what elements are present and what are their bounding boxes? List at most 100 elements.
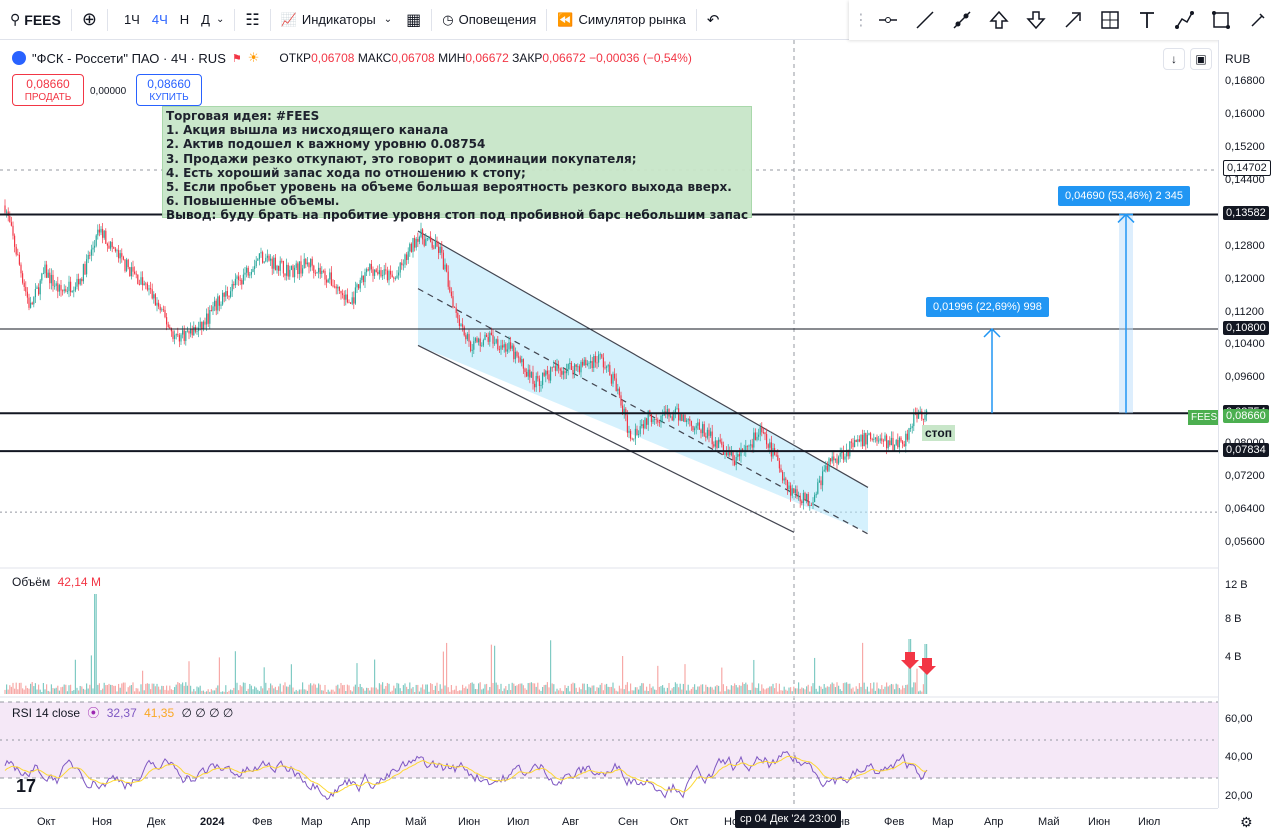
- interval-4h[interactable]: 4Ч: [146, 12, 174, 27]
- price-scale[interactable]: 0,168000,160000,152000,144000,136000,128…: [1218, 40, 1280, 808]
- candle-body: [566, 369, 568, 374]
- undo-button[interactable]: ↶: [700, 0, 727, 40]
- arrow-up-tool[interactable]: [980, 0, 1017, 40]
- candle-body: [839, 453, 841, 457]
- candle-body: [233, 284, 235, 286]
- text-tool[interactable]: [1128, 0, 1165, 40]
- volume-bar: [854, 691, 856, 694]
- replay-button[interactable]: ⏪ Симулятор рынка: [550, 0, 693, 40]
- arrow-tool[interactable]: [1054, 0, 1091, 40]
- volume-bar: [25, 685, 27, 694]
- candle-body: [335, 286, 337, 289]
- sell-button[interactable]: 0,08660 ПРОДАТЬ: [12, 74, 84, 106]
- candle-body: [242, 274, 244, 285]
- candle-body: [231, 284, 233, 292]
- more-tools-button[interactable]: [1239, 0, 1276, 40]
- volume-bar: [705, 684, 707, 694]
- candle-body: [118, 250, 120, 259]
- alerts-button[interactable]: ◷ Оповещения: [435, 0, 543, 40]
- candle-body: [852, 442, 854, 448]
- currency-label[interactable]: RUB: [1225, 52, 1250, 66]
- volume-bar: [793, 686, 795, 694]
- templates-button[interactable]: ▦: [399, 0, 428, 40]
- time-axis[interactable]: Окт Ноя Дек 2024 Фев Мар Апр Май Июн Июл Авг Сен Окт…: [0, 808, 1218, 837]
- candle-body: [457, 312, 459, 319]
- candle-body: [444, 264, 446, 270]
- candle-body: [324, 270, 326, 280]
- arrow-down-tool[interactable]: [1017, 0, 1054, 40]
- trading-idea-note[interactable]: Торговая идея: #FEES 1. Акция вышла из н…: [162, 106, 752, 222]
- volume-bar: [788, 687, 790, 694]
- interval-day[interactable]: Д: [195, 12, 216, 27]
- volume-bar: [767, 687, 769, 694]
- candle-body: [442, 252, 444, 270]
- volume-bar: [418, 691, 420, 694]
- volume-bar: [497, 684, 499, 694]
- indicators-button[interactable]: 📈 Индикаторы ⌄: [274, 0, 399, 40]
- candle-body: [686, 420, 688, 423]
- volume-bar: [852, 687, 854, 694]
- trend-line-tool[interactable]: [906, 0, 943, 40]
- scroll-down-button[interactable]: ↓: [1163, 48, 1185, 70]
- candle-body: [679, 414, 681, 421]
- stop-label[interactable]: стоп: [922, 425, 955, 441]
- rectangle-tool[interactable]: [1202, 0, 1239, 40]
- volume-bar: [700, 684, 702, 694]
- maximize-button[interactable]: ▣: [1190, 48, 1212, 70]
- volume-bar: [868, 691, 870, 694]
- candle-body: [615, 378, 617, 392]
- candle-body: [658, 422, 660, 424]
- volume-bar: [12, 682, 14, 694]
- settings-gear-icon[interactable]: ⚙: [1240, 814, 1253, 831]
- text-icon: [1139, 12, 1154, 28]
- candle-body: [308, 262, 310, 268]
- buy-button[interactable]: 0,08660 КУПИТЬ: [136, 74, 202, 106]
- candle-body: [150, 288, 152, 290]
- drag-handle-icon[interactable]: ⋮: [853, 0, 869, 40]
- interval-week[interactable]: Н: [174, 12, 195, 27]
- interval-1h[interactable]: 1Ч: [118, 12, 146, 27]
- horizontal-line-tool[interactable]: [869, 0, 906, 40]
- volume-bar: [202, 690, 204, 694]
- legend-title[interactable]: "ФСК - Россети" ПАО · 4Ч · RUS: [32, 51, 226, 66]
- candle-body: [362, 275, 364, 283]
- symbol-search[interactable]: ⚲ FEES: [0, 0, 68, 40]
- ray-tool[interactable]: [943, 0, 980, 40]
- measure-label-lower[interactable]: 0,01996 (22,69%) 998: [926, 297, 1049, 317]
- path-tool[interactable]: [1165, 0, 1202, 40]
- volume-bar: [178, 683, 180, 694]
- fullscreen-icon: ▣: [1195, 52, 1207, 66]
- candle-body: [422, 229, 424, 240]
- low-value: 0,06672: [465, 51, 509, 65]
- candle-body: [295, 263, 297, 268]
- fib-grid-tool[interactable]: [1091, 0, 1128, 40]
- volume-bar: [508, 683, 510, 694]
- time-tick-label: Дек: [147, 816, 166, 828]
- measure-label-upper[interactable]: 0,04690 (53,46%) 2 345: [1058, 186, 1191, 206]
- candle-body: [167, 324, 169, 328]
- volume-bar: [590, 687, 592, 694]
- candle-body: [314, 272, 316, 274]
- volume-bar: [495, 682, 497, 694]
- volume-bar: [703, 691, 705, 694]
- volume-bar: [593, 685, 595, 694]
- rsi-settings-icon[interactable]: ⦿: [87, 706, 99, 720]
- volume-bar: [817, 691, 819, 694]
- compare-button[interactable]: ⊕: [75, 0, 104, 40]
- chart-type-button[interactable]: ☷: [238, 0, 266, 40]
- volume-bar: [890, 683, 892, 694]
- volume-bar: [457, 691, 459, 694]
- candles-icon: ☷: [245, 11, 260, 29]
- volume-bar: [670, 690, 672, 694]
- candle-body: [498, 349, 500, 351]
- candle-body: [14, 235, 16, 247]
- volume-bar: [738, 685, 740, 694]
- chevron-down-icon[interactable]: ⌄: [216, 14, 224, 25]
- volume-bar: [486, 683, 488, 694]
- volume-bar: [306, 690, 308, 694]
- candle-body: [793, 488, 795, 494]
- volume-bar: [465, 686, 467, 694]
- volume-tick-label: 4 B: [1225, 651, 1242, 663]
- candle-body: [44, 264, 46, 274]
- candle-body: [239, 280, 241, 281]
